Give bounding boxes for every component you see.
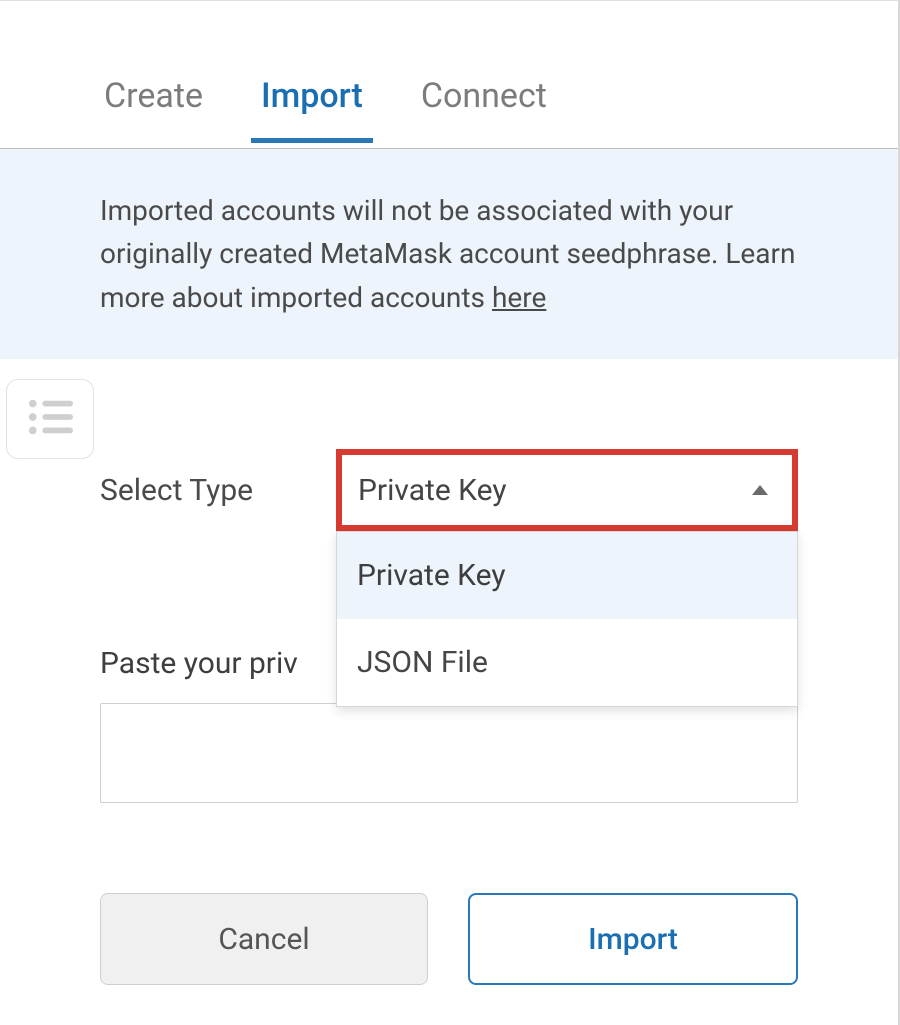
tab-connect[interactable]: Connect xyxy=(417,76,551,142)
info-banner: Imported accounts will not be associated… xyxy=(0,149,898,359)
tab-import[interactable]: Import xyxy=(257,76,367,142)
option-json-file[interactable]: JSON File xyxy=(337,619,797,706)
list-icon-button[interactable] xyxy=(6,379,94,459)
select-type-label: Select Type xyxy=(100,473,300,508)
select-type-wrap: Private Key Private Key JSON File xyxy=(336,449,798,531)
cancel-button[interactable]: Cancel xyxy=(100,893,428,985)
private-key-input[interactable] xyxy=(100,703,798,803)
import-button[interactable]: Import xyxy=(468,893,798,985)
select-type-row: Select Type Private Key Private Key JSON… xyxy=(0,449,898,531)
import-account-panel: Create Import Connect Imported accounts … xyxy=(0,0,900,1025)
select-type-options: Private Key JSON File xyxy=(336,531,798,707)
tab-bar: Create Import Connect xyxy=(0,1,898,149)
caret-up-icon xyxy=(752,485,768,495)
button-row: Cancel Import xyxy=(0,893,898,985)
list-icon xyxy=(27,397,73,441)
select-type-dropdown[interactable]: Private Key xyxy=(336,449,798,531)
info-text: Imported accounts will not be associated… xyxy=(100,194,795,314)
option-private-key[interactable]: Private Key xyxy=(337,532,797,619)
select-type-value: Private Key xyxy=(358,473,507,508)
tab-create[interactable]: Create xyxy=(100,76,207,142)
info-learn-more-link[interactable]: here xyxy=(492,281,546,314)
